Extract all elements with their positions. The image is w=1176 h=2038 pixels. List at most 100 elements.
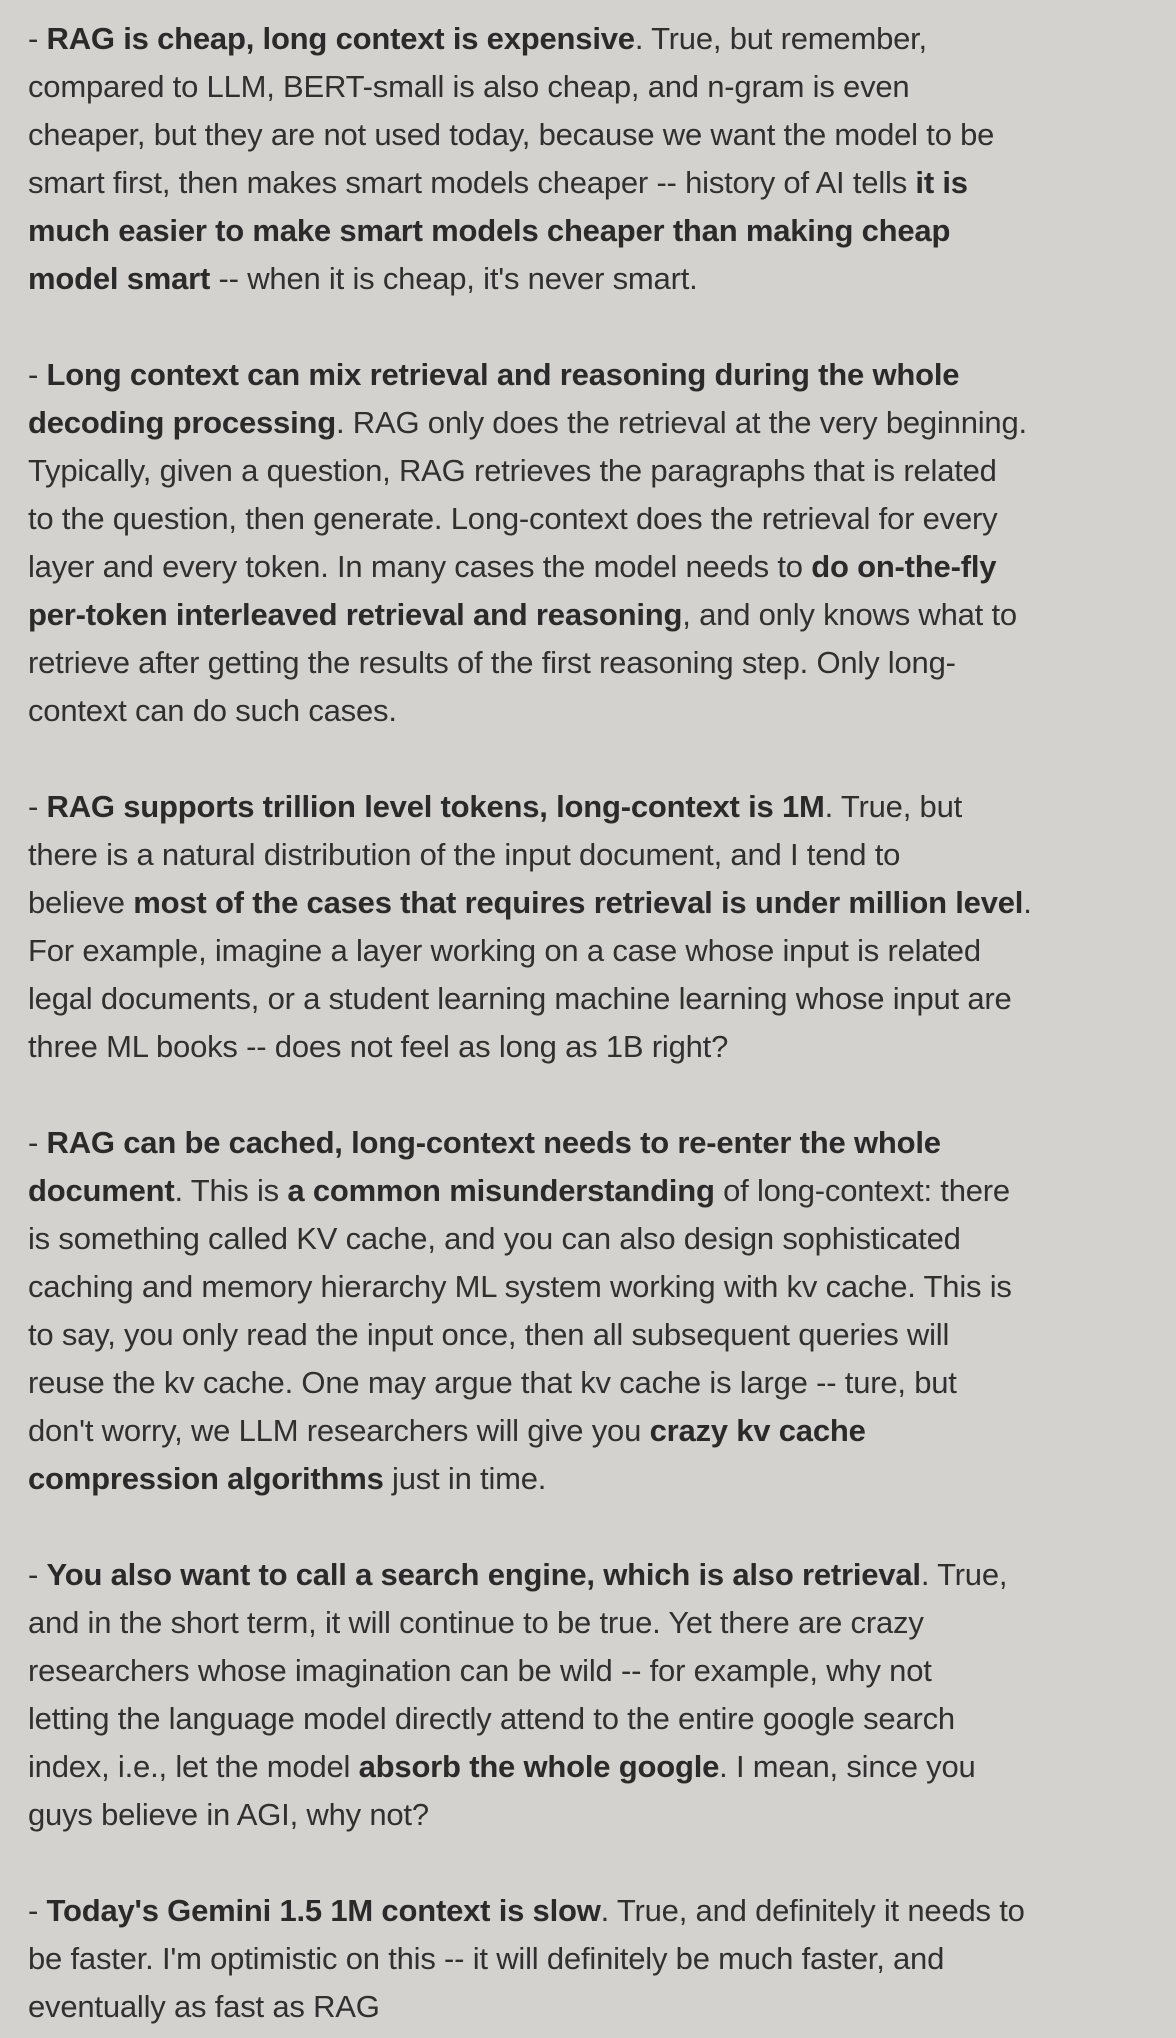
text: caching and memory hierarchy ML system w… — [28, 1269, 1012, 1304]
text-line: layer and every token. In many cases the… — [28, 543, 1176, 591]
text-line: to say, you only read the input once, th… — [28, 1311, 1176, 1359]
bold-text: RAG supports trillion level tokens, long… — [46, 789, 825, 824]
text: three ML books -- does not feel as long … — [28, 1029, 729, 1064]
paragraph: - RAG is cheap, long context is expensiv… — [28, 15, 1176, 303]
text-line: - Long context can mix retrieval and rea… — [28, 351, 1176, 399]
text: - — [28, 1125, 47, 1160]
text-line: decoding processing. RAG only does the r… — [28, 399, 1176, 447]
bold-text: much easier to make smart models cheaper… — [28, 213, 951, 248]
paragraph: - RAG supports trillion level tokens, lo… — [28, 783, 1176, 1071]
text: just in time. — [383, 1461, 547, 1496]
text: and in the short term, it will continue … — [28, 1605, 924, 1640]
text: . RAG only does the retrieval at the ver… — [335, 405, 1027, 440]
text: don't worry, we LLM researchers will giv… — [28, 1413, 650, 1448]
text-line: compression algorithms just in time. — [28, 1455, 1176, 1503]
text: - — [28, 357, 47, 392]
text: - — [28, 789, 47, 824]
text-line: don't worry, we LLM researchers will giv… — [28, 1407, 1176, 1455]
text-line: index, i.e., let the model absorb the wh… — [28, 1743, 1176, 1791]
text: . True, but remember, — [634, 21, 927, 56]
bold-text: Long context can mix retrieval and reaso… — [46, 357, 960, 392]
text-line: much easier to make smart models cheaper… — [28, 207, 1176, 255]
text: of long-context: there — [714, 1173, 1010, 1208]
bold-text: per-token interleaved retrieval and reas… — [28, 597, 683, 632]
text-line: researchers whose imagination can be wil… — [28, 1647, 1176, 1695]
text: context can do such cases. — [28, 693, 397, 728]
text-line: guys believe in AGI, why not? — [28, 1791, 1176, 1839]
text-line: believe most of the cases that requires … — [28, 879, 1176, 927]
text: . True, and definitely it needs to — [600, 1893, 1025, 1928]
text-line: context can do such cases. — [28, 687, 1176, 735]
text-line: - You also want to call a search engine,… — [28, 1551, 1176, 1599]
bold-text: RAG can be cached, long-context needs to… — [46, 1125, 941, 1160]
text-line: be faster. I'm optimistic on this -- it … — [28, 1935, 1176, 1983]
bold-text: crazy kv cache — [649, 1413, 866, 1448]
text-line: reuse the kv cache. One may argue that k… — [28, 1359, 1176, 1407]
text: - — [28, 1893, 47, 1928]
text-line: document. This is a common misunderstand… — [28, 1167, 1176, 1215]
text: Typically, given a question, RAG retriev… — [28, 453, 997, 488]
text-line: letting the language model directly atte… — [28, 1695, 1176, 1743]
text: . True, — [920, 1557, 1008, 1592]
text: compared to LLM, BERT-small is also chea… — [28, 69, 910, 104]
text-line: three ML books -- does not feel as long … — [28, 1023, 1176, 1071]
text: layer and every token. In many cases the… — [28, 549, 812, 584]
text-line: is something called KV cache, and you ca… — [28, 1215, 1176, 1263]
paragraph: - You also want to call a search engine,… — [28, 1551, 1176, 1839]
text: retrieve after getting the results of th… — [28, 645, 956, 680]
text: guys believe in AGI, why not? — [28, 1797, 429, 1832]
bold-text: Today's Gemini 1.5 1M context is slow — [46, 1893, 601, 1928]
text: letting the language model directly atte… — [28, 1701, 955, 1736]
text-line: model smart -- when it is cheap, it's ne… — [28, 255, 1176, 303]
text: , and only knows what to — [682, 597, 1017, 632]
bold-text: most of the cases that requires retrieva… — [133, 885, 1024, 920]
text: is something called KV cache, and you ca… — [28, 1221, 961, 1256]
text-line: For example, imagine a layer working on … — [28, 927, 1176, 975]
text: researchers whose imagination can be wil… — [28, 1653, 932, 1688]
text-line: there is a natural distribution of the i… — [28, 831, 1176, 879]
bold-text: it is — [915, 165, 968, 200]
text: . This is — [174, 1173, 288, 1208]
text-line: legal documents, or a student learning m… — [28, 975, 1176, 1023]
text: . — [1023, 885, 1032, 920]
text: . I mean, since you — [719, 1749, 976, 1784]
text: smart first, then makes smart models che… — [28, 165, 916, 200]
paragraph: - RAG can be cached, long-context needs … — [28, 1119, 1176, 1503]
bold-text: document — [28, 1173, 175, 1208]
text: to the question, then generate. Long-con… — [28, 501, 998, 536]
text: there is a natural distribution of the i… — [28, 837, 901, 872]
text-line: compared to LLM, BERT-small is also chea… — [28, 63, 1176, 111]
text: -- when it is cheap, it's never smart. — [210, 261, 698, 296]
bold-text: You also want to call a search engine, w… — [46, 1557, 921, 1592]
text: reuse the kv cache. One may argue that k… — [28, 1365, 957, 1400]
text: legal documents, or a student learning m… — [28, 981, 1012, 1016]
text: eventually as fast as RAG — [28, 1989, 380, 2024]
text-line: - RAG supports trillion level tokens, lo… — [28, 783, 1176, 831]
text-line: - RAG can be cached, long-context needs … — [28, 1119, 1176, 1167]
text-line: eventually as fast as RAG — [28, 1983, 1176, 2031]
bold-text: compression algorithms — [28, 1461, 384, 1496]
bold-text: decoding processing — [28, 405, 336, 440]
bold-text: model smart — [28, 261, 211, 296]
text: - — [28, 1557, 47, 1592]
bold-text: RAG is cheap, long context is expensive — [46, 21, 635, 56]
text-line: cheaper, but they are not used today, be… — [28, 111, 1176, 159]
paragraph: - Long context can mix retrieval and rea… — [28, 351, 1176, 735]
bold-text: absorb the whole google — [358, 1749, 720, 1784]
text: index, i.e., let the model — [28, 1749, 359, 1784]
text-line: retrieve after getting the results of th… — [28, 639, 1176, 687]
text-line: smart first, then makes smart models che… — [28, 159, 1176, 207]
text-line: and in the short term, it will continue … — [28, 1599, 1176, 1647]
document-body: - RAG is cheap, long context is expensiv… — [0, 0, 1176, 2031]
text: believe — [28, 885, 134, 920]
text-line: - RAG is cheap, long context is expensiv… — [28, 15, 1176, 63]
text: . True, but — [824, 789, 963, 824]
text-line: - Today's Gemini 1.5 1M context is slow.… — [28, 1887, 1176, 1935]
text: be faster. I'm optimistic on this -- it … — [28, 1941, 945, 1976]
paragraph: - Today's Gemini 1.5 1M context is slow.… — [28, 1887, 1176, 2031]
